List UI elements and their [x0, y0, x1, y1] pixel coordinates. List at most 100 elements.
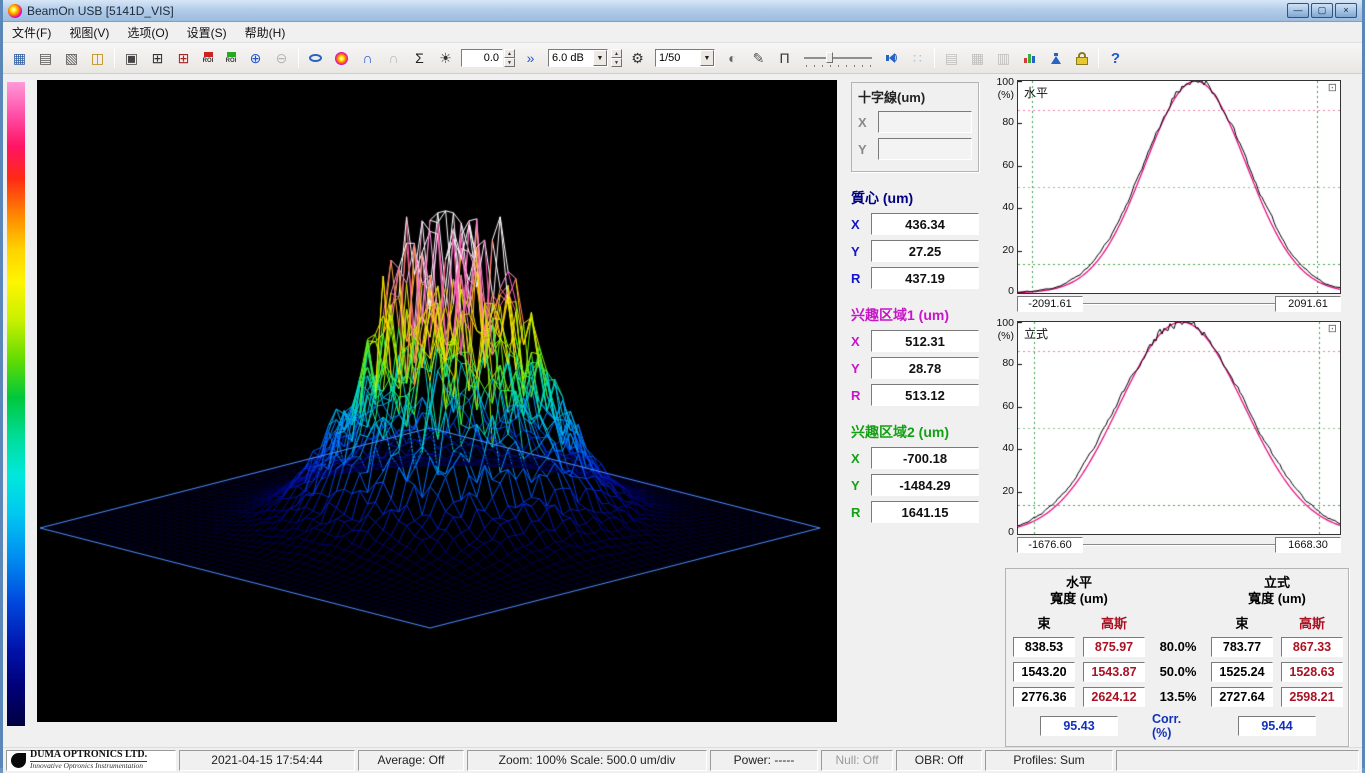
pen-button[interactable]: ✎ [746, 47, 771, 70]
exposure-input-group: 0.0▲▼ [461, 49, 515, 67]
app-window: BeamOn USB [5141D_VIS] — ▢ × 文件(F) 视图(V)… [0, 0, 1365, 768]
maximize-button[interactable]: ▢ [1311, 3, 1333, 18]
crosshair-y-label: Y [858, 142, 871, 157]
brightness-icon: ☀ [439, 51, 452, 65]
pulse-button[interactable]: Π [772, 47, 797, 70]
y-tick: 100 [991, 317, 1014, 329]
table-icon: ▦ [971, 51, 984, 65]
width-value: 867.33 [1281, 637, 1343, 657]
horizontal-y-axis: 100 (%) 80 60 40 20 0 [991, 80, 1017, 292]
status-average: Average: Off [358, 750, 464, 771]
crosshair-x-field[interactable] [878, 111, 972, 133]
sigma-icon: Σ [415, 51, 424, 65]
roi1-r-label: R [851, 388, 864, 403]
chevron-down-icon[interactable]: ▼ [700, 50, 714, 66]
grid-button[interactable]: ⊞ [145, 47, 170, 70]
roi2-x-label: X [851, 451, 864, 466]
roi2-x-value: -700.18 [871, 447, 979, 469]
chart-button[interactable] [1017, 47, 1042, 70]
v-gauss-header: 高斯 [1299, 613, 1325, 632]
width-value: 2598.21 [1281, 687, 1343, 707]
help-icon: ? [1111, 51, 1120, 66]
page-setup-icon: ▧ [65, 51, 78, 65]
gain-select[interactable]: 6.0 dB▼ [548, 49, 608, 67]
menu-view[interactable]: 视图(V) [60, 21, 118, 44]
menu-options[interactable]: 选项(O) [118, 21, 177, 44]
duma-logo-icon [11, 753, 26, 768]
status-filler [1116, 750, 1359, 771]
roi1-button[interactable]: ROI [197, 47, 219, 70]
corr-label: Corr. (%) [1152, 712, 1204, 740]
printer-icon: ▤ [39, 51, 52, 65]
profile-copy-icon[interactable]: ⊡ [1328, 324, 1337, 335]
roi1-x-value: 512.31 [871, 330, 979, 352]
lock-button[interactable] [1069, 47, 1094, 70]
attenuation-slider[interactable] [802, 49, 874, 67]
position-dots-icon: ∷ [913, 51, 922, 65]
profiles-column: 100 (%) 80 60 40 20 0 水平 ⊡ [991, 80, 1362, 747]
centroid-r-label: R [851, 271, 864, 286]
close-button[interactable]: × [1335, 3, 1357, 18]
gauss-fit-button[interactable]: ∩ [355, 47, 380, 70]
x-min-value: -2091.61 [1017, 296, 1083, 312]
app-icon [8, 4, 22, 18]
y-tick: 100 [991, 76, 1014, 88]
brightness-button[interactable]: ☀ [433, 47, 458, 70]
ellipse-button[interactable] [303, 47, 328, 70]
minimize-button[interactable]: — [1287, 3, 1309, 18]
toolbar-separator [114, 48, 115, 68]
exposure-input[interactable]: 0.0 [461, 49, 503, 67]
vertical-y-axis: 100 (%) 80 60 40 20 0 [991, 321, 1017, 533]
menu-help[interactable]: 帮助(H) [236, 21, 295, 44]
beam-view-button[interactable] [329, 47, 354, 70]
apply-button[interactable]: » [518, 47, 543, 70]
ellipse-icon [309, 54, 322, 62]
help-button[interactable]: ? [1103, 47, 1128, 70]
sum-profiles-button[interactable]: Σ [407, 47, 432, 70]
width-value: 1543.20 [1013, 662, 1075, 682]
sheet-icon: ▥ [997, 51, 1010, 65]
properties-button: ▤ [939, 47, 964, 70]
width-value: 2727.64 [1211, 687, 1273, 707]
grid-red-button[interactable]: ⊞ [171, 47, 196, 70]
gain-select-spinner[interactable]: ▲▼ [611, 49, 622, 67]
horizontal-x-axis: -2091.61 2091.61 [1017, 295, 1341, 315]
zoom-out-icon: ⊖ [276, 51, 288, 65]
ratio-select[interactable]: 1/50▼ [655, 49, 715, 67]
beam-3d-view[interactable] [37, 80, 837, 722]
camera-button[interactable]: ▣ [119, 47, 144, 70]
sound-button[interactable]: ) [879, 47, 904, 70]
clip-level-13: 13.5% [1160, 689, 1197, 704]
roi2-button[interactable]: ROI [220, 47, 242, 70]
h-corr-value: 95.43 [1040, 716, 1118, 736]
h-gauss-header: 高斯 [1101, 613, 1127, 632]
sheet-button: ▥ [991, 47, 1016, 70]
roi2-title: 兴趣区域2 (um) [851, 422, 979, 442]
chevron-down-icon[interactable]: ▼ [593, 50, 607, 66]
crosshair-group: 十字線(um) X Y [851, 82, 979, 172]
exposure-input-spinner[interactable]: ▲▼ [504, 49, 515, 67]
roi1-y-value: 28.78 [871, 357, 979, 379]
menu-settings[interactable]: 设置(S) [178, 21, 236, 44]
zoom-in-button[interactable]: ⊕ [243, 47, 268, 70]
gear-button[interactable]: ⚙ [625, 47, 650, 70]
flask-button[interactable] [1043, 47, 1068, 70]
profile-copy-icon[interactable]: ⊡ [1328, 83, 1337, 94]
statusbar: DUMA OPTRONICS LTD. Innovative Optronics… [3, 747, 1362, 773]
export-button[interactable]: ▦ [7, 47, 32, 70]
menu-file[interactable]: 文件(F) [3, 21, 60, 44]
page-setup-button[interactable]: ▧ [59, 47, 84, 70]
y-tick: 20 [991, 244, 1014, 256]
contrast-button[interactable]: ◐ [720, 47, 745, 70]
beam-3d-canvas[interactable] [37, 80, 837, 722]
copy-button[interactable]: ◫ [85, 47, 110, 70]
crosshair-y-field[interactable] [878, 138, 972, 160]
y-axis-unit: (%) [991, 89, 1014, 101]
status-power: Power: ----- [710, 750, 818, 771]
roi-red-icon [204, 52, 213, 57]
print-button[interactable]: ▤ [33, 47, 58, 70]
contrast-icon: ◐ [728, 51, 736, 65]
y-axis-unit: (%) [991, 330, 1014, 342]
zoom-out-button: ⊖ [269, 47, 294, 70]
vertical-x-axis: -1676.60 1668.30 [1017, 536, 1341, 556]
